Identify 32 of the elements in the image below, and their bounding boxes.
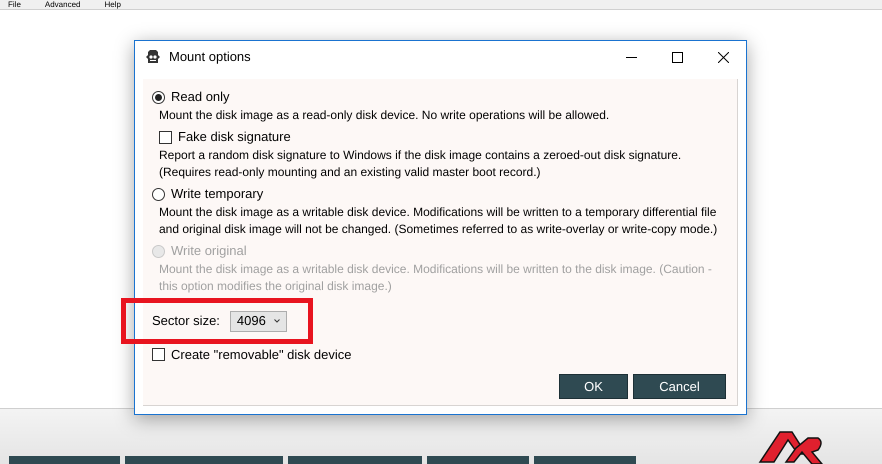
chevron-down-icon bbox=[274, 319, 280, 323]
radio-label: Write temporary bbox=[171, 185, 264, 204]
toolbar-button[interactable] bbox=[125, 456, 283, 464]
toolbar-button[interactable] bbox=[288, 456, 422, 464]
menu-item[interactable]: File bbox=[8, 0, 21, 9]
minimize-icon bbox=[626, 56, 636, 58]
option-description: Report a random disk signature to Windows if the disk image contains a zeroed-out disk signature. (Requires read-only mounting and an existing valid master boot record.) bbox=[159, 147, 682, 181]
sector-size-label: Sector size: bbox=[152, 312, 220, 330]
checkbox[interactable] bbox=[159, 130, 172, 144]
sector-size-dropdown[interactable]: 4096 bbox=[230, 310, 287, 332]
cancel-button[interactable]: Cancel bbox=[633, 374, 726, 399]
checkbox-label: Fake disk signature bbox=[178, 128, 291, 146]
ok-button[interactable]: OK bbox=[559, 374, 628, 399]
menu-item[interactable]: Advanced bbox=[44, 0, 80, 9]
window-title: Mount options bbox=[169, 48, 251, 66]
menu-item[interactable]: Help bbox=[104, 0, 121, 9]
checkbox[interactable] bbox=[152, 348, 165, 362]
option-description: Mount the disk image as a read-only disk device. No write operations will be allowed. bbox=[159, 107, 610, 124]
radio-button[interactable] bbox=[152, 188, 165, 200]
maximize-icon bbox=[672, 52, 682, 62]
toolbar-button[interactable] bbox=[427, 456, 529, 464]
toolbar-button[interactable] bbox=[534, 456, 636, 464]
option-description: Mount the disk image as a writable disk device. Modifications will be written to a temporary differential file and original disk image will not be changed. (Sometimes referred to as write-overlay or write-copy mode.) bbox=[159, 204, 718, 238]
app-icon bbox=[145, 49, 161, 65]
toolbar-button[interactable] bbox=[9, 456, 120, 464]
logo-icon bbox=[758, 430, 824, 464]
radio-label: Read only bbox=[171, 88, 230, 106]
option-description: Mount the disk image as a writable disk device. Modifications will be written to the disk image. (Caution - this option modifies the original disk image.) bbox=[159, 261, 713, 295]
radio-button[interactable] bbox=[152, 90, 165, 104]
close-icon bbox=[718, 52, 728, 62]
checkbox-label: Create "removable" disk device bbox=[171, 346, 352, 364]
radio-label: Write original bbox=[171, 242, 247, 260]
